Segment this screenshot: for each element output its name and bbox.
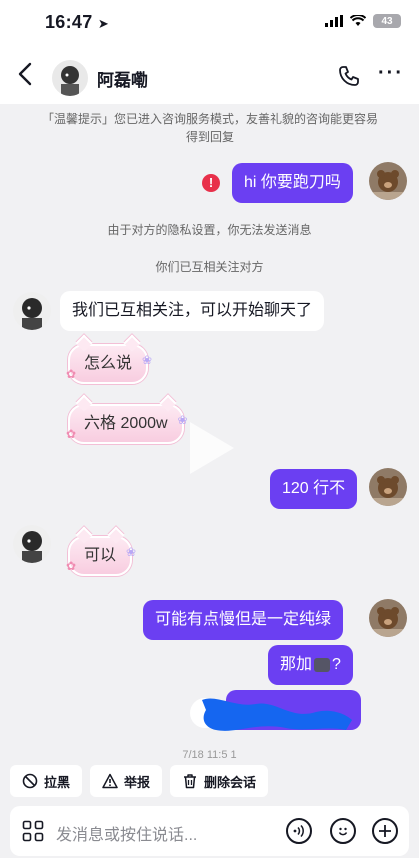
service-notice: 「温馨提示」您已进入咨询服务模式，友善礼貌的咨询能更容易得到回复 — [41, 112, 378, 144]
avatar-self[interactable] — [369, 162, 407, 200]
status-indicators: 43 — [325, 14, 401, 28]
status-time: 16:47 ➤ — [45, 12, 109, 33]
delete-label: 删除会话 — [204, 774, 257, 790]
bow-decoration: ❀ — [141, 353, 153, 367]
grid-icon[interactable] — [22, 820, 44, 842]
cat-ear-decoration — [75, 526, 93, 544]
plus-icon[interactable] — [372, 818, 398, 844]
trash-icon — [184, 774, 197, 789]
delete-chat-button[interactable]: 删除会话 — [170, 765, 269, 797]
status-time-text: 16:47 — [45, 12, 93, 32]
avatar[interactable] — [52, 60, 88, 96]
chat-header: 阿磊嘞 ··· — [0, 44, 419, 104]
battery-indicator: 43 — [373, 14, 401, 28]
sticker-text: 六格 2000w — [84, 415, 168, 432]
cat-ear-decoration — [75, 394, 93, 412]
sticker-text: 怎么说 — [84, 355, 133, 372]
bow-decoration: ❀ — [177, 413, 188, 427]
voice-icon[interactable] — [286, 818, 312, 844]
avatar-other[interactable] — [13, 292, 51, 330]
message-bubble-sent[interactable]: 120 行不 — [270, 469, 358, 509]
message-bubble-sent[interactable]: hi 你要跑刀吗 — [232, 163, 353, 203]
cat-ear-decoration — [123, 334, 141, 352]
flower-decoration: ✿ — [66, 367, 77, 381]
message-input-bar: 发消息或按住说话... — [0, 804, 419, 858]
flower-decoration: ✿ — [66, 559, 77, 573]
sticker-bubble-received[interactable]: ❀ ✿ 六格 2000w — [66, 394, 188, 444]
more-icon[interactable]: ··· — [378, 63, 404, 83]
bow-decoration: ❀ — [125, 545, 137, 559]
flower-decoration: ✿ — [66, 427, 77, 441]
message-bubble-received[interactable]: 我们已互相关注，可以开始聊天了 — [60, 291, 325, 331]
system-message: 由于对方的隐私设置，你无法发送消息 — [107, 223, 312, 237]
block-button[interactable]: 拉黑 — [10, 765, 83, 797]
redaction-scribble — [202, 698, 352, 731]
message-timestamp: 7/18 11:5 1 — [182, 749, 237, 761]
system-message: 你们已互相关注对方 — [155, 260, 264, 274]
avatar-other[interactable] — [13, 525, 51, 563]
error-icon[interactable]: ! — [202, 174, 220, 192]
cat-ear-decoration — [75, 334, 93, 352]
sticker-bubble-received[interactable]: ❀ ✿ 可以 — [66, 526, 136, 576]
message-text-tail: ? — [332, 656, 341, 673]
emoji-icon[interactable] — [330, 818, 356, 844]
avatar-self[interactable] — [369, 468, 407, 506]
signal-icon — [325, 15, 343, 27]
report-label: 举报 — [124, 774, 151, 790]
sticker-text: 可以 — [84, 547, 117, 564]
sticker-bubble-received[interactable]: ❀ ✿ 怎么说 — [66, 334, 152, 384]
wifi-icon — [350, 15, 366, 26]
report-button[interactable]: 举报 — [90, 765, 163, 797]
message-bubble-sent[interactable]: 可能有点慢但是一定纯绿 — [143, 600, 344, 640]
phone-icon[interactable] — [338, 65, 360, 87]
avatar-self[interactable] — [369, 599, 407, 637]
chat-action-row: 拉黑 举报 删除会话 — [10, 765, 269, 797]
cat-ear-decoration — [107, 526, 125, 544]
block-label: 拉黑 — [44, 774, 71, 790]
block-icon — [22, 773, 38, 789]
status-bar: 16:47 ➤ 43 — [0, 0, 419, 44]
message-text: 那加 — [280, 656, 313, 673]
warning-icon — [102, 773, 118, 789]
message-bubble-sent[interactable]: 那加? — [268, 645, 353, 685]
chevron-left-icon[interactable] — [14, 60, 38, 88]
message-input[interactable]: 发消息或按住说话... — [10, 806, 409, 856]
cat-ear-decoration — [159, 394, 177, 412]
play-icon[interactable] — [190, 422, 234, 474]
page-title[interactable]: 阿磊嘞 — [97, 66, 148, 91]
location-icon: ➤ — [97, 16, 110, 31]
input-placeholder: 发消息或按住说话... — [56, 827, 198, 844]
emoji-icon — [314, 657, 331, 672]
